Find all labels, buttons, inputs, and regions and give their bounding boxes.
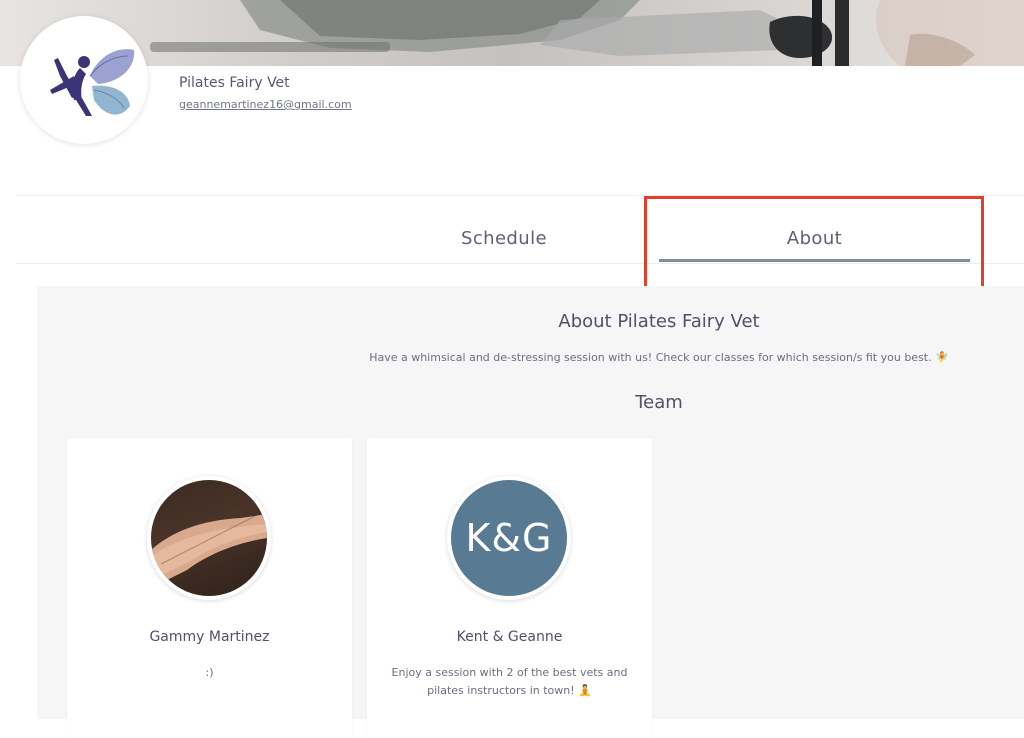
about-description: Have a whimsical and de-stressing sessio… — [369, 351, 949, 364]
member-bio: Enjoy a session with 2 of the best vets … — [391, 666, 628, 697]
tab-schedule[interactable]: Schedule — [349, 228, 659, 254]
team-member-card: Gammy Martinez :) — [67, 438, 352, 738]
avatar: K&G — [447, 476, 571, 600]
about-title: About Pilates Fairy Vet — [558, 311, 760, 332]
member-name: Gammy Martinez — [149, 629, 270, 645]
member-bio: :) — [205, 666, 214, 679]
about-tab-highlight-box — [644, 196, 984, 289]
business-name: Pilates Fairy Vet — [179, 75, 290, 91]
member-name: Kent & Geanne — [456, 629, 563, 645]
business-email-link[interactable]: geannemartinez16@gmail.com — [179, 98, 352, 111]
business-logo — [20, 16, 148, 144]
team-heading: Team — [635, 392, 683, 413]
member-photo — [151, 480, 267, 596]
cover-banner-image — [0, 0, 1024, 66]
team-member-card: K&G Kent & Geanne Enjoy a session with 2… — [367, 438, 652, 738]
avatar-initials: K&G — [451, 480, 567, 596]
avatar — [147, 476, 271, 600]
